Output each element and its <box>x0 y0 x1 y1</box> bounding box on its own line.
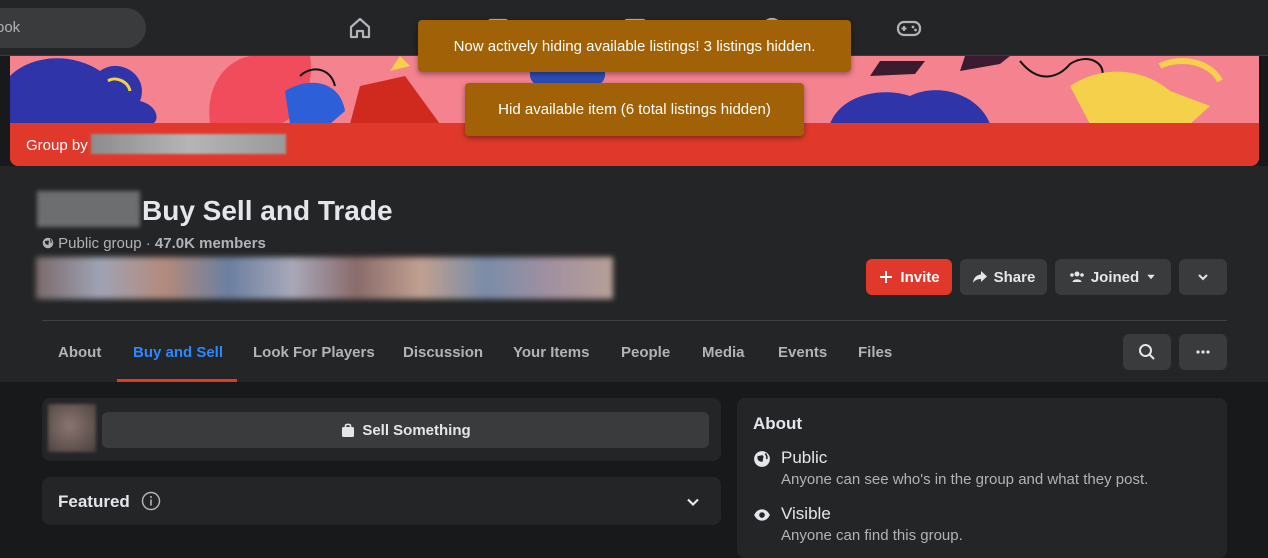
joined-button[interactable]: Joined <box>1055 259 1171 295</box>
eye-icon <box>754 509 770 521</box>
tab-look-for-players[interactable]: Look For Players <box>253 344 375 361</box>
search-icon <box>1139 344 1155 360</box>
header-divider <box>42 320 1227 321</box>
tab-about[interactable]: About <box>58 344 101 361</box>
search-input[interactable]: ook <box>0 8 146 48</box>
home-icon[interactable] <box>346 14 374 42</box>
visible-title: Visible <box>781 504 831 523</box>
tab-files[interactable]: Files <box>858 344 892 361</box>
sell-composer-card: Sell Something <box>42 398 721 461</box>
tab-buy-and-sell[interactable]: Buy and Sell <box>133 344 223 361</box>
tab-people[interactable]: People <box>621 344 670 361</box>
members-link[interactable]: 47.0K members <box>155 235 266 252</box>
group-meta: Public group · 47.0K members <box>42 235 266 252</box>
public-title: Public <box>781 448 828 467</box>
redacted-group-name-prefix <box>37 191 140 227</box>
tab-media[interactable]: Media <box>702 344 745 361</box>
toast-message-first: Now actively hiding available listings! … <box>453 37 816 55</box>
more-options-button[interactable] <box>1179 334 1227 370</box>
featured-card[interactable]: Featured <box>42 477 721 525</box>
tab-discussion[interactable]: Discussion <box>403 344 483 361</box>
avatar <box>48 404 96 452</box>
page-title: Buy Sell and Trade <box>142 195 393 226</box>
shopping-bag-icon <box>342 423 355 437</box>
toast-notification-second: Hid available item (6 total listings hid… <box>465 83 804 136</box>
redacted-owner-name <box>91 134 286 154</box>
meta-separator: · <box>145 235 151 252</box>
invite-label: Invite <box>900 268 940 286</box>
gaming-icon[interactable] <box>895 14 923 42</box>
globe-icon <box>754 451 770 467</box>
share-button[interactable]: Share <box>960 259 1047 295</box>
plus-icon <box>880 271 893 283</box>
group-header: Buy Sell and Trade Public group · 47.0K … <box>0 166 1268 382</box>
ellipsis-icon <box>1196 350 1210 354</box>
group-search-button[interactable] <box>1123 334 1171 370</box>
share-label: Share <box>993 268 1036 286</box>
group-by-label: Group by <box>26 137 88 154</box>
featured-label: Featured <box>58 492 130 511</box>
chevron-down-icon[interactable] <box>685 494 701 510</box>
joined-label: Joined <box>1090 268 1140 286</box>
toast-message-second: Hid available item (6 total listings hid… <box>498 101 771 118</box>
about-heading: About <box>753 414 803 433</box>
caret-down-icon <box>1147 274 1155 280</box>
share-icon <box>972 271 987 283</box>
sell-something-button[interactable]: Sell Something <box>102 412 709 448</box>
member-avatars[interactable] <box>36 257 613 299</box>
chevron-down-icon <box>1198 274 1208 281</box>
sell-something-label: Sell Something <box>362 421 471 439</box>
privacy-label: Public group <box>58 235 142 252</box>
people-icon <box>1070 271 1084 282</box>
tab-events[interactable]: Events <box>778 344 827 361</box>
public-description: Anyone can see who's in the group and wh… <box>781 471 1149 488</box>
tab-your-items[interactable]: Your Items <box>513 344 589 361</box>
globe-icon <box>42 237 54 249</box>
visible-description: Anyone can find this group. <box>781 527 963 544</box>
invite-button[interactable]: Invite <box>866 259 952 295</box>
info-icon[interactable] <box>141 491 161 511</box>
about-card: About Public Anyone can see who's in the… <box>737 398 1227 558</box>
more-header-button[interactable] <box>1179 259 1227 295</box>
toast-notification-first: Now actively hiding available listings! … <box>418 20 851 72</box>
active-tab-indicator <box>117 379 237 382</box>
